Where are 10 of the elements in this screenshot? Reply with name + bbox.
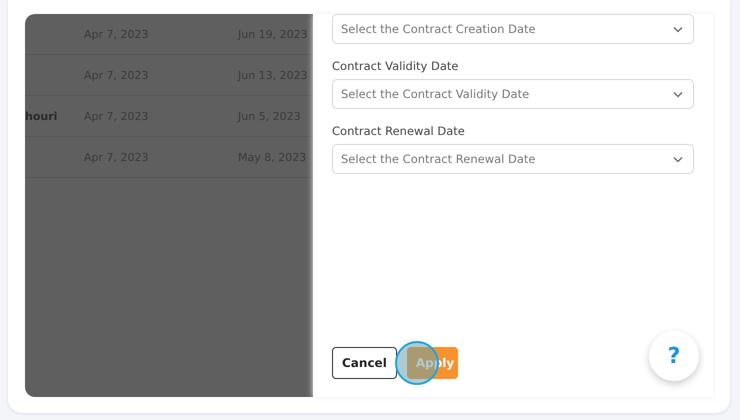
chevron-down-icon bbox=[673, 90, 683, 98]
help-button[interactable]: ? bbox=[649, 331, 699, 381]
date-select[interactable]: Select the Contract Validity Date bbox=[332, 79, 694, 109]
date-select[interactable]: Select the Contract Creation Date bbox=[332, 14, 694, 44]
cancel-button[interactable]: Cancel bbox=[332, 347, 397, 379]
chevron-down-icon bbox=[673, 156, 683, 162]
date-select[interactable]: Select the Contract Renewal Date bbox=[332, 144, 694, 174]
chevron-down-icon bbox=[673, 26, 683, 32]
field-label: Contract Renewal Date bbox=[332, 124, 465, 138]
field-label: Contract Validity Date bbox=[332, 59, 458, 73]
